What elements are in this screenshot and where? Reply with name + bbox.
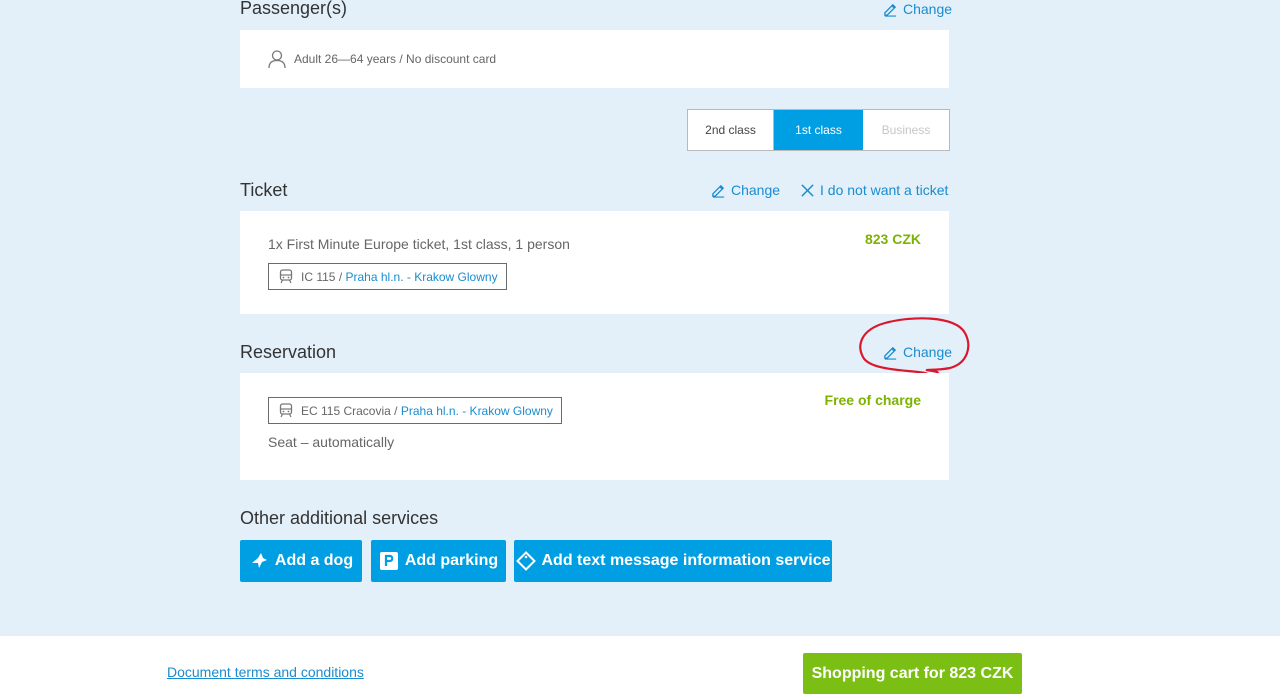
ticket-route-link[interactable]: Praha hl.n. - Krakow Glowny (346, 270, 498, 284)
person-icon (268, 50, 286, 69)
ticket-card: 1x First Minute Europe ticket, 1st class… (240, 211, 949, 314)
add-sms-service-button[interactable]: Add text message information service (514, 540, 832, 582)
ticket-change-label: Change (731, 182, 781, 198)
reservation-train-box: EC 115 Cracovia / Praha hl.n. - Krakow G… (268, 397, 562, 424)
footer-bar: Document terms and conditions Shopping c… (0, 636, 1280, 700)
parking-icon (379, 552, 398, 570)
passengers-change-label: Change (903, 1, 953, 17)
ticket-train-separator: / (338, 269, 343, 284)
train-icon (279, 269, 293, 284)
class-option-2nd[interactable]: 2nd class (688, 110, 774, 150)
passenger-description: Adult 26—64 years / No discount card (294, 52, 497, 66)
pet-icon (251, 553, 267, 568)
class-selector: 2nd class 1st class Business (687, 109, 950, 151)
reservation-price: Free of charge (824, 392, 921, 408)
reservation-route-link[interactable]: Praha hl.n. - Krakow Glowny (401, 404, 553, 418)
reservation-title: Reservation (240, 342, 337, 362)
reservation-card: EC 115 Cracovia / Praha hl.n. - Krakow G… (240, 373, 949, 480)
additional-services-title: Other additional services (240, 508, 439, 528)
ticket-price: 823 CZK (864, 231, 921, 247)
ticket-description: 1x First Minute Europe ticket, 1st class… (268, 236, 570, 252)
no-ticket-link[interactable]: I do not want a ticket (800, 182, 948, 198)
ticket-train-number: IC 115 (301, 269, 336, 284)
terms-link[interactable]: Document terms and conditions (167, 664, 364, 680)
shopping-cart-button[interactable]: Shopping cart for 823 CZK (803, 653, 1022, 694)
no-ticket-label: I do not want a ticket (820, 182, 949, 198)
ticket-train-box: IC 115 / Praha hl.n. - Krakow Glowny (268, 263, 507, 290)
ticket-change-link[interactable]: Change (711, 182, 780, 198)
ticket-title: Ticket (240, 180, 288, 200)
reservation-train-number: EC 115 Cracovia (301, 403, 391, 418)
passenger-card: Adult 26—64 years / No discount card (240, 30, 949, 88)
add-parking-label: Add parking (404, 552, 499, 569)
add-sms-service-label: Add text message information service (541, 552, 831, 569)
passengers-title: Passenger(s) (240, 0, 348, 18)
train-icon (279, 403, 293, 418)
pencil-icon (884, 3, 897, 17)
tag-icon (515, 551, 536, 571)
class-option-business[interactable]: Business (863, 110, 949, 150)
add-parking-button[interactable]: Add parking (371, 540, 506, 582)
close-icon (801, 183, 814, 197)
reservation-train-separator: / (394, 403, 398, 418)
passengers-change-link[interactable]: Change (883, 1, 952, 17)
add-dog-button[interactable]: Add a dog (240, 540, 362, 582)
annotation-circle (859, 317, 970, 376)
pencil-icon (712, 184, 725, 198)
reservation-seat: Seat – automatically (268, 434, 395, 450)
add-dog-label: Add a dog (274, 552, 354, 569)
class-option-1st[interactable]: 1st class (774, 110, 863, 150)
